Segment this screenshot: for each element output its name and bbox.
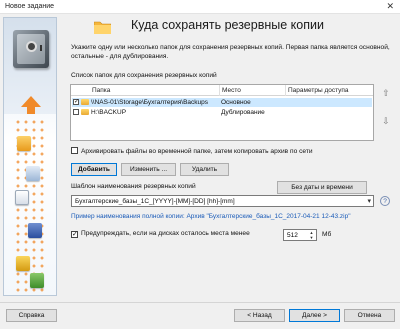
row-path: \\NAS-01\Storage\Бухгалтерия\Backups [91,99,209,106]
example-name-text: Пример наименования полной копии: Архив … [71,213,351,220]
music-file-icon [28,223,42,238]
template-combobox[interactable]: Бухгалтерские_базы_1С_[YYYY]-[MM]-[DD] [… [71,195,374,207]
template-label: Шаблон наименования резервных копий [71,183,196,190]
table-header: Папка Место Параметры доступа [71,85,373,96]
help-icon[interactable]: ? [380,196,390,206]
footer-divider [0,302,400,303]
free-space-unit: Мб [322,231,332,238]
safe-icon [13,30,49,68]
archive-temp-label: Архивировать файлы во временной папке, з… [81,148,313,155]
row-checkbox[interactable] [73,109,79,115]
safe-handle [40,45,42,51]
warn-space-option[interactable]: ✓ Предупреждать, если на дисках осталось … [71,230,250,238]
table-row[interactable]: H:\BACKUP Дублирование [72,108,372,117]
description-text: Укажите одну или несколько папок для сох… [71,44,390,60]
text-file-icon [15,190,29,205]
row-checkbox[interactable]: ✓ [73,99,79,105]
close-icon[interactable]: ✕ [386,1,394,12]
folder-icon [81,99,89,105]
column-separator [219,85,220,96]
edit-button[interactable]: Изменить ... [121,163,176,176]
folder-list-table[interactable]: Папка Место Параметры доступа ✓ \\NAS-01… [70,84,374,141]
archive-file-icon [16,256,30,271]
column-header-place[interactable]: Место [222,87,241,94]
image-file-icon [30,273,44,288]
no-datetime-button[interactable]: Без даты и времени [277,181,367,194]
folder-icon [81,109,89,115]
back-button[interactable]: < Назад [234,309,285,322]
spinner-arrows-icon[interactable]: ▲ ▼ [308,230,315,240]
arrow-down-icon[interactable]: ⇩ [381,116,391,126]
table-row[interactable]: ✓ \\NAS-01\Storage\Бухгалтерия\Backups О… [72,98,372,107]
upload-arrow-icon [21,96,41,114]
free-space-spinner[interactable]: 512 ▲ ▼ [283,229,317,241]
chevron-down-icon[interactable]: ▾ [367,197,371,205]
row-place: Дублирование [221,109,265,116]
reorder-controls: ⇧ ⇩ [380,88,392,134]
column-header-folder[interactable]: Папка [92,87,110,94]
row-path: H:\BACKUP [91,109,127,116]
folder-icon [17,136,31,151]
column-header-access[interactable]: Параметры доступа [288,87,349,94]
warn-space-label: Предупреждать, если на дисках осталось м… [81,230,250,237]
next-button[interactable]: Далее > [289,309,340,322]
window-title: Новое задание [5,3,55,10]
folder-list-label: Список папок для сохранения резервных ко… [71,72,217,79]
document-icon [26,166,40,181]
template-value: Бухгалтерские_базы_1С_[YYYY]-[MM]-[DD] [… [75,198,235,205]
add-button[interactable]: Добавить [71,163,117,176]
arrow-up-icon[interactable]: ⇧ [381,88,391,98]
page-header: Куда сохранять резервные копии [58,16,397,42]
warn-space-checkbox[interactable]: ✓ [71,231,78,238]
column-separator [285,85,286,96]
help-button[interactable]: Справка [6,309,57,322]
delete-button[interactable]: Удалить [180,163,229,176]
wizard-banner [3,17,57,296]
archive-temp-checkbox[interactable] [71,147,78,154]
page-title: Куда сохранять резервные копии [131,18,324,32]
title-bar: Новое задание ✕ [0,0,400,14]
archive-temp-option[interactable]: Архивировать файлы во временной папке, з… [71,147,313,155]
row-place: Основное [221,99,251,106]
safe-dial [26,41,37,52]
free-space-value: 512 [287,232,298,239]
cancel-button[interactable]: Отмена [344,309,395,322]
